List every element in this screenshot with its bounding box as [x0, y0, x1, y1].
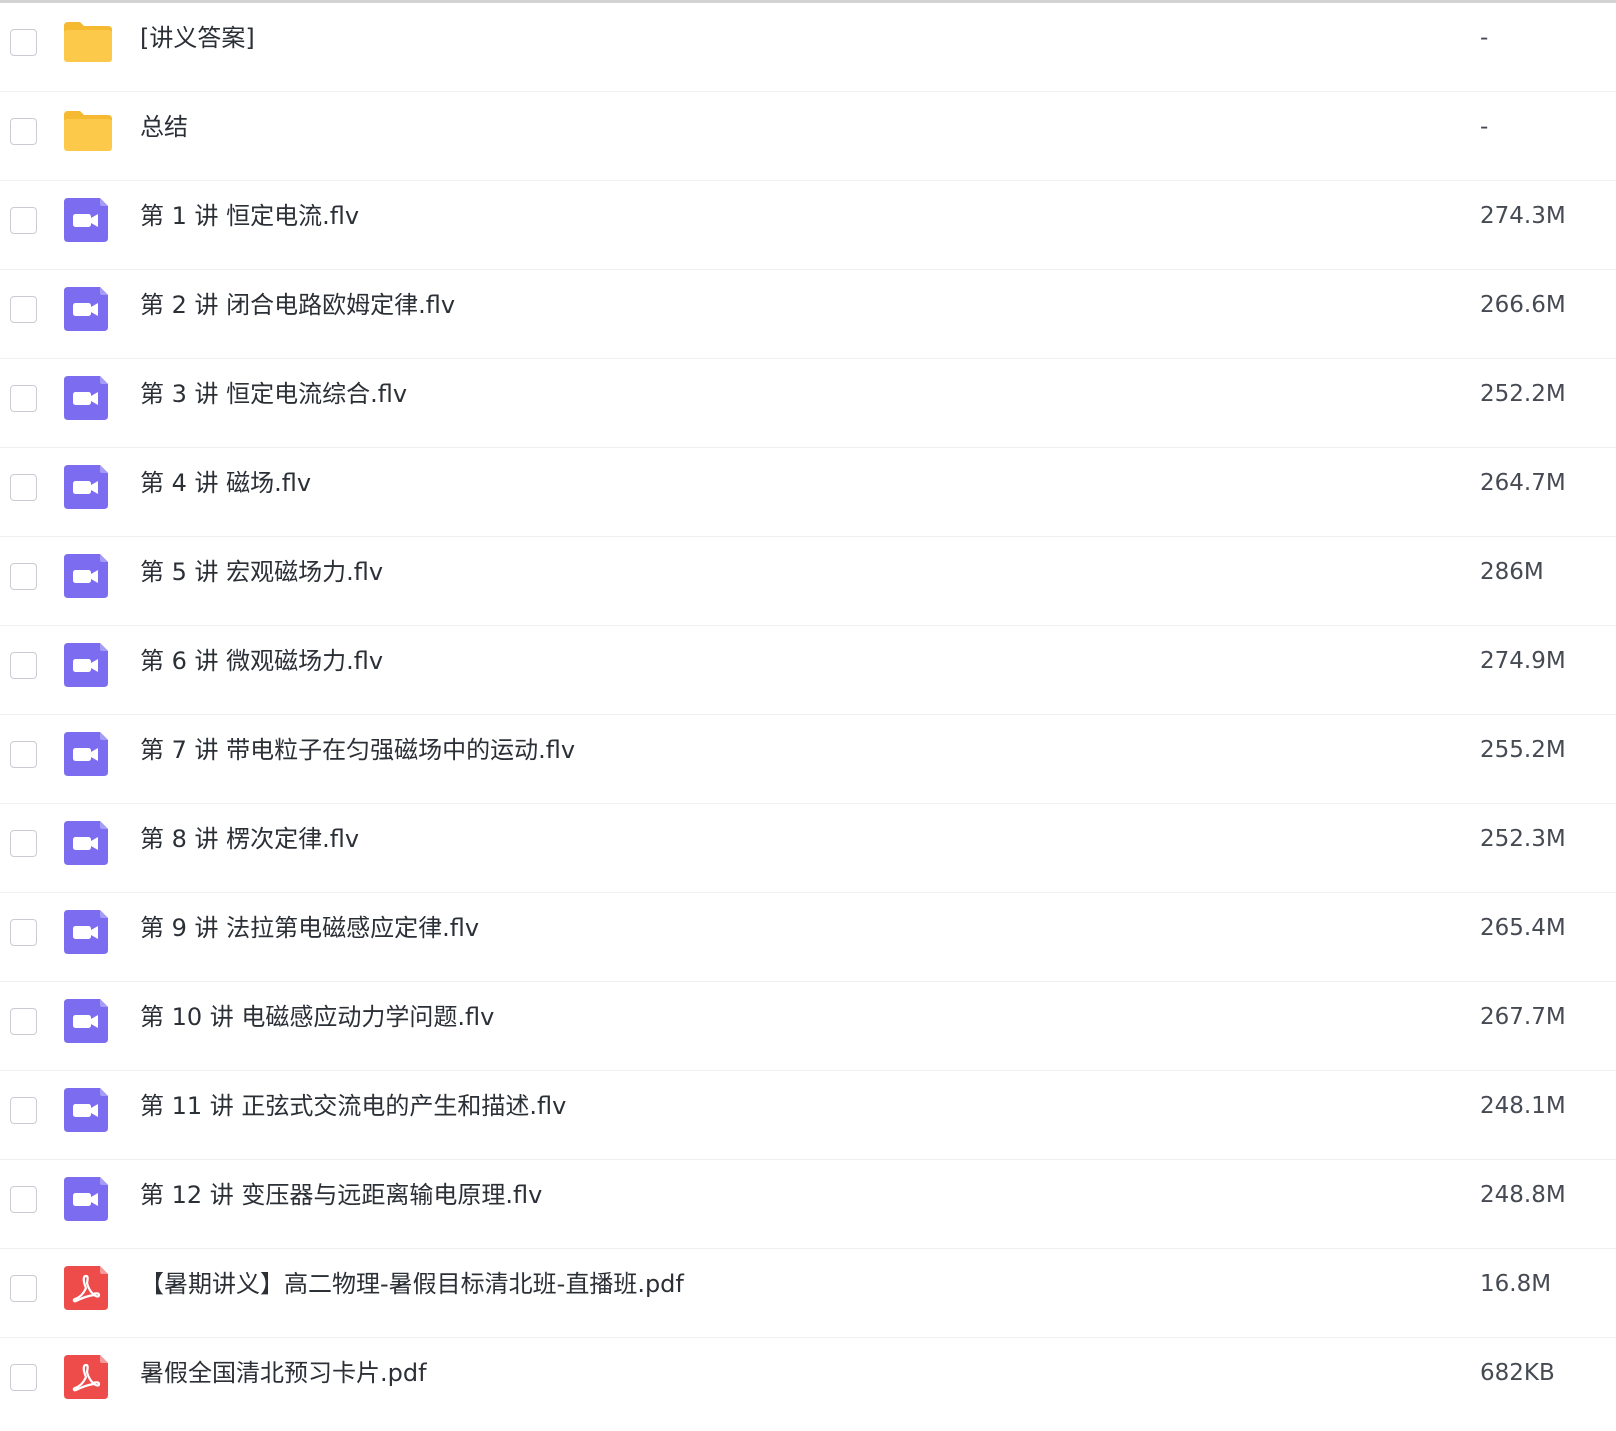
file-name[interactable]: 第 3 讲 恒定电流综合.flv — [140, 359, 407, 448]
file-row[interactable]: 第 3 讲 恒定电流综合.flv 252.2M — [0, 359, 1616, 448]
video-camera-icon — [62, 999, 114, 1043]
file-name[interactable]: 第 10 讲 电磁感应动力学问题.flv — [140, 982, 494, 1071]
folder-icon — [62, 20, 114, 64]
file-size: 267.7M — [1480, 1004, 1566, 1030]
video-camera-icon — [62, 465, 114, 509]
row-checkbox[interactable] — [10, 1186, 37, 1213]
file-size: 248.8M — [1480, 1182, 1566, 1208]
file-name[interactable]: [讲义答案] — [140, 3, 255, 92]
video-camera-icon — [62, 910, 114, 954]
row-checkbox[interactable] — [10, 29, 37, 56]
row-checkbox[interactable] — [10, 118, 37, 145]
video-camera-icon — [62, 554, 114, 598]
video-camera-icon — [62, 732, 114, 776]
video-camera-icon — [62, 643, 114, 687]
file-name[interactable]: 第 7 讲 带电粒子在匀强磁场中的运动.flv — [140, 715, 575, 804]
file-size: - — [1480, 114, 1489, 140]
file-size: 255.2M — [1480, 737, 1566, 763]
file-row[interactable]: 第 6 讲 微观磁场力.flv 274.9M — [0, 626, 1616, 715]
file-row[interactable]: 第 5 讲 宏观磁场力.flv 286M — [0, 537, 1616, 626]
file-size: - — [1480, 25, 1489, 51]
video-camera-icon — [62, 821, 114, 865]
row-checkbox[interactable] — [10, 207, 37, 234]
file-row[interactable]: 第 2 讲 闭合电路欧姆定律.flv 266.6M — [0, 270, 1616, 359]
file-name[interactable]: 第 12 讲 变压器与远距离输电原理.flv — [140, 1160, 542, 1249]
file-name[interactable]: 暑假全国清北预习卡片.pdf — [140, 1338, 427, 1427]
file-row[interactable]: 第 8 讲 楞次定律.flv 252.3M — [0, 804, 1616, 893]
file-row[interactable]: 第 12 讲 变压器与远距离输电原理.flv 248.8M — [0, 1160, 1616, 1249]
file-name[interactable]: 第 5 讲 宏观磁场力.flv — [140, 537, 383, 626]
file-size: 16.8M — [1480, 1271, 1552, 1297]
row-checkbox[interactable] — [10, 741, 37, 768]
file-row[interactable]: 第 7 讲 带电粒子在匀强磁场中的运动.flv 255.2M — [0, 715, 1616, 804]
file-row[interactable]: 第 1 讲 恒定电流.flv 274.3M — [0, 181, 1616, 270]
file-row[interactable]: 暑假全国清北预习卡片.pdf 682KB — [0, 1338, 1616, 1427]
row-checkbox[interactable] — [10, 1275, 37, 1302]
file-size: 252.3M — [1480, 826, 1566, 852]
file-row[interactable]: 第 4 讲 磁场.flv 264.7M — [0, 448, 1616, 537]
file-row[interactable]: 第 10 讲 电磁感应动力学问题.flv 267.7M — [0, 982, 1616, 1071]
row-checkbox[interactable] — [10, 830, 37, 857]
file-size: 682KB — [1480, 1360, 1555, 1386]
file-size: 265.4M — [1480, 915, 1566, 941]
file-name[interactable]: 第 8 讲 楞次定律.flv — [140, 804, 359, 893]
video-camera-icon — [62, 1177, 114, 1221]
file-name[interactable]: 总结 — [140, 92, 188, 181]
file-name[interactable]: 【暑期讲义】高二物理-暑假目标清北班-直播班.pdf — [140, 1249, 684, 1338]
row-checkbox[interactable] — [10, 1097, 37, 1124]
row-checkbox[interactable] — [10, 296, 37, 323]
pdf-icon — [62, 1266, 114, 1310]
file-name[interactable]: 第 11 讲 正弦式交流电的产生和描述.flv — [140, 1071, 566, 1160]
file-size: 266.6M — [1480, 292, 1566, 318]
file-name[interactable]: 第 1 讲 恒定电流.flv — [140, 181, 359, 270]
video-camera-icon — [62, 1088, 114, 1132]
file-row[interactable]: [讲义答案] - — [0, 3, 1616, 92]
file-size: 286M — [1480, 559, 1544, 585]
row-checkbox[interactable] — [10, 474, 37, 501]
file-row[interactable]: 第 9 讲 法拉第电磁感应定律.flv 265.4M — [0, 893, 1616, 982]
video-camera-icon — [62, 287, 114, 331]
file-name[interactable]: 第 6 讲 微观磁场力.flv — [140, 626, 383, 715]
file-name[interactable]: 第 2 讲 闭合电路欧姆定律.flv — [140, 270, 455, 359]
file-row[interactable]: 总结 - — [0, 92, 1616, 181]
file-name[interactable]: 第 9 讲 法拉第电磁感应定律.flv — [140, 893, 479, 982]
row-checkbox[interactable] — [10, 563, 37, 590]
pdf-icon — [62, 1355, 114, 1399]
file-size: 252.2M — [1480, 381, 1566, 407]
file-size: 274.9M — [1480, 648, 1566, 674]
video-camera-icon — [62, 376, 114, 420]
row-checkbox[interactable] — [10, 1364, 37, 1391]
row-checkbox[interactable] — [10, 1008, 37, 1035]
row-checkbox[interactable] — [10, 652, 37, 679]
file-size: 274.3M — [1480, 203, 1566, 229]
row-checkbox[interactable] — [10, 919, 37, 946]
row-checkbox[interactable] — [10, 385, 37, 412]
folder-icon — [62, 109, 114, 153]
file-row[interactable]: 【暑期讲义】高二物理-暑假目标清北班-直播班.pdf 16.8M — [0, 1249, 1616, 1338]
file-list: [讲义答案] - 总结 - 第 1 讲 恒定电流.flv 274.3M 第 2 … — [0, 3, 1616, 1427]
file-size: 248.1M — [1480, 1093, 1566, 1119]
file-name[interactable]: 第 4 讲 磁场.flv — [140, 448, 311, 537]
file-row[interactable]: 第 11 讲 正弦式交流电的产生和描述.flv 248.1M — [0, 1071, 1616, 1160]
file-size: 264.7M — [1480, 470, 1566, 496]
video-camera-icon — [62, 198, 114, 242]
